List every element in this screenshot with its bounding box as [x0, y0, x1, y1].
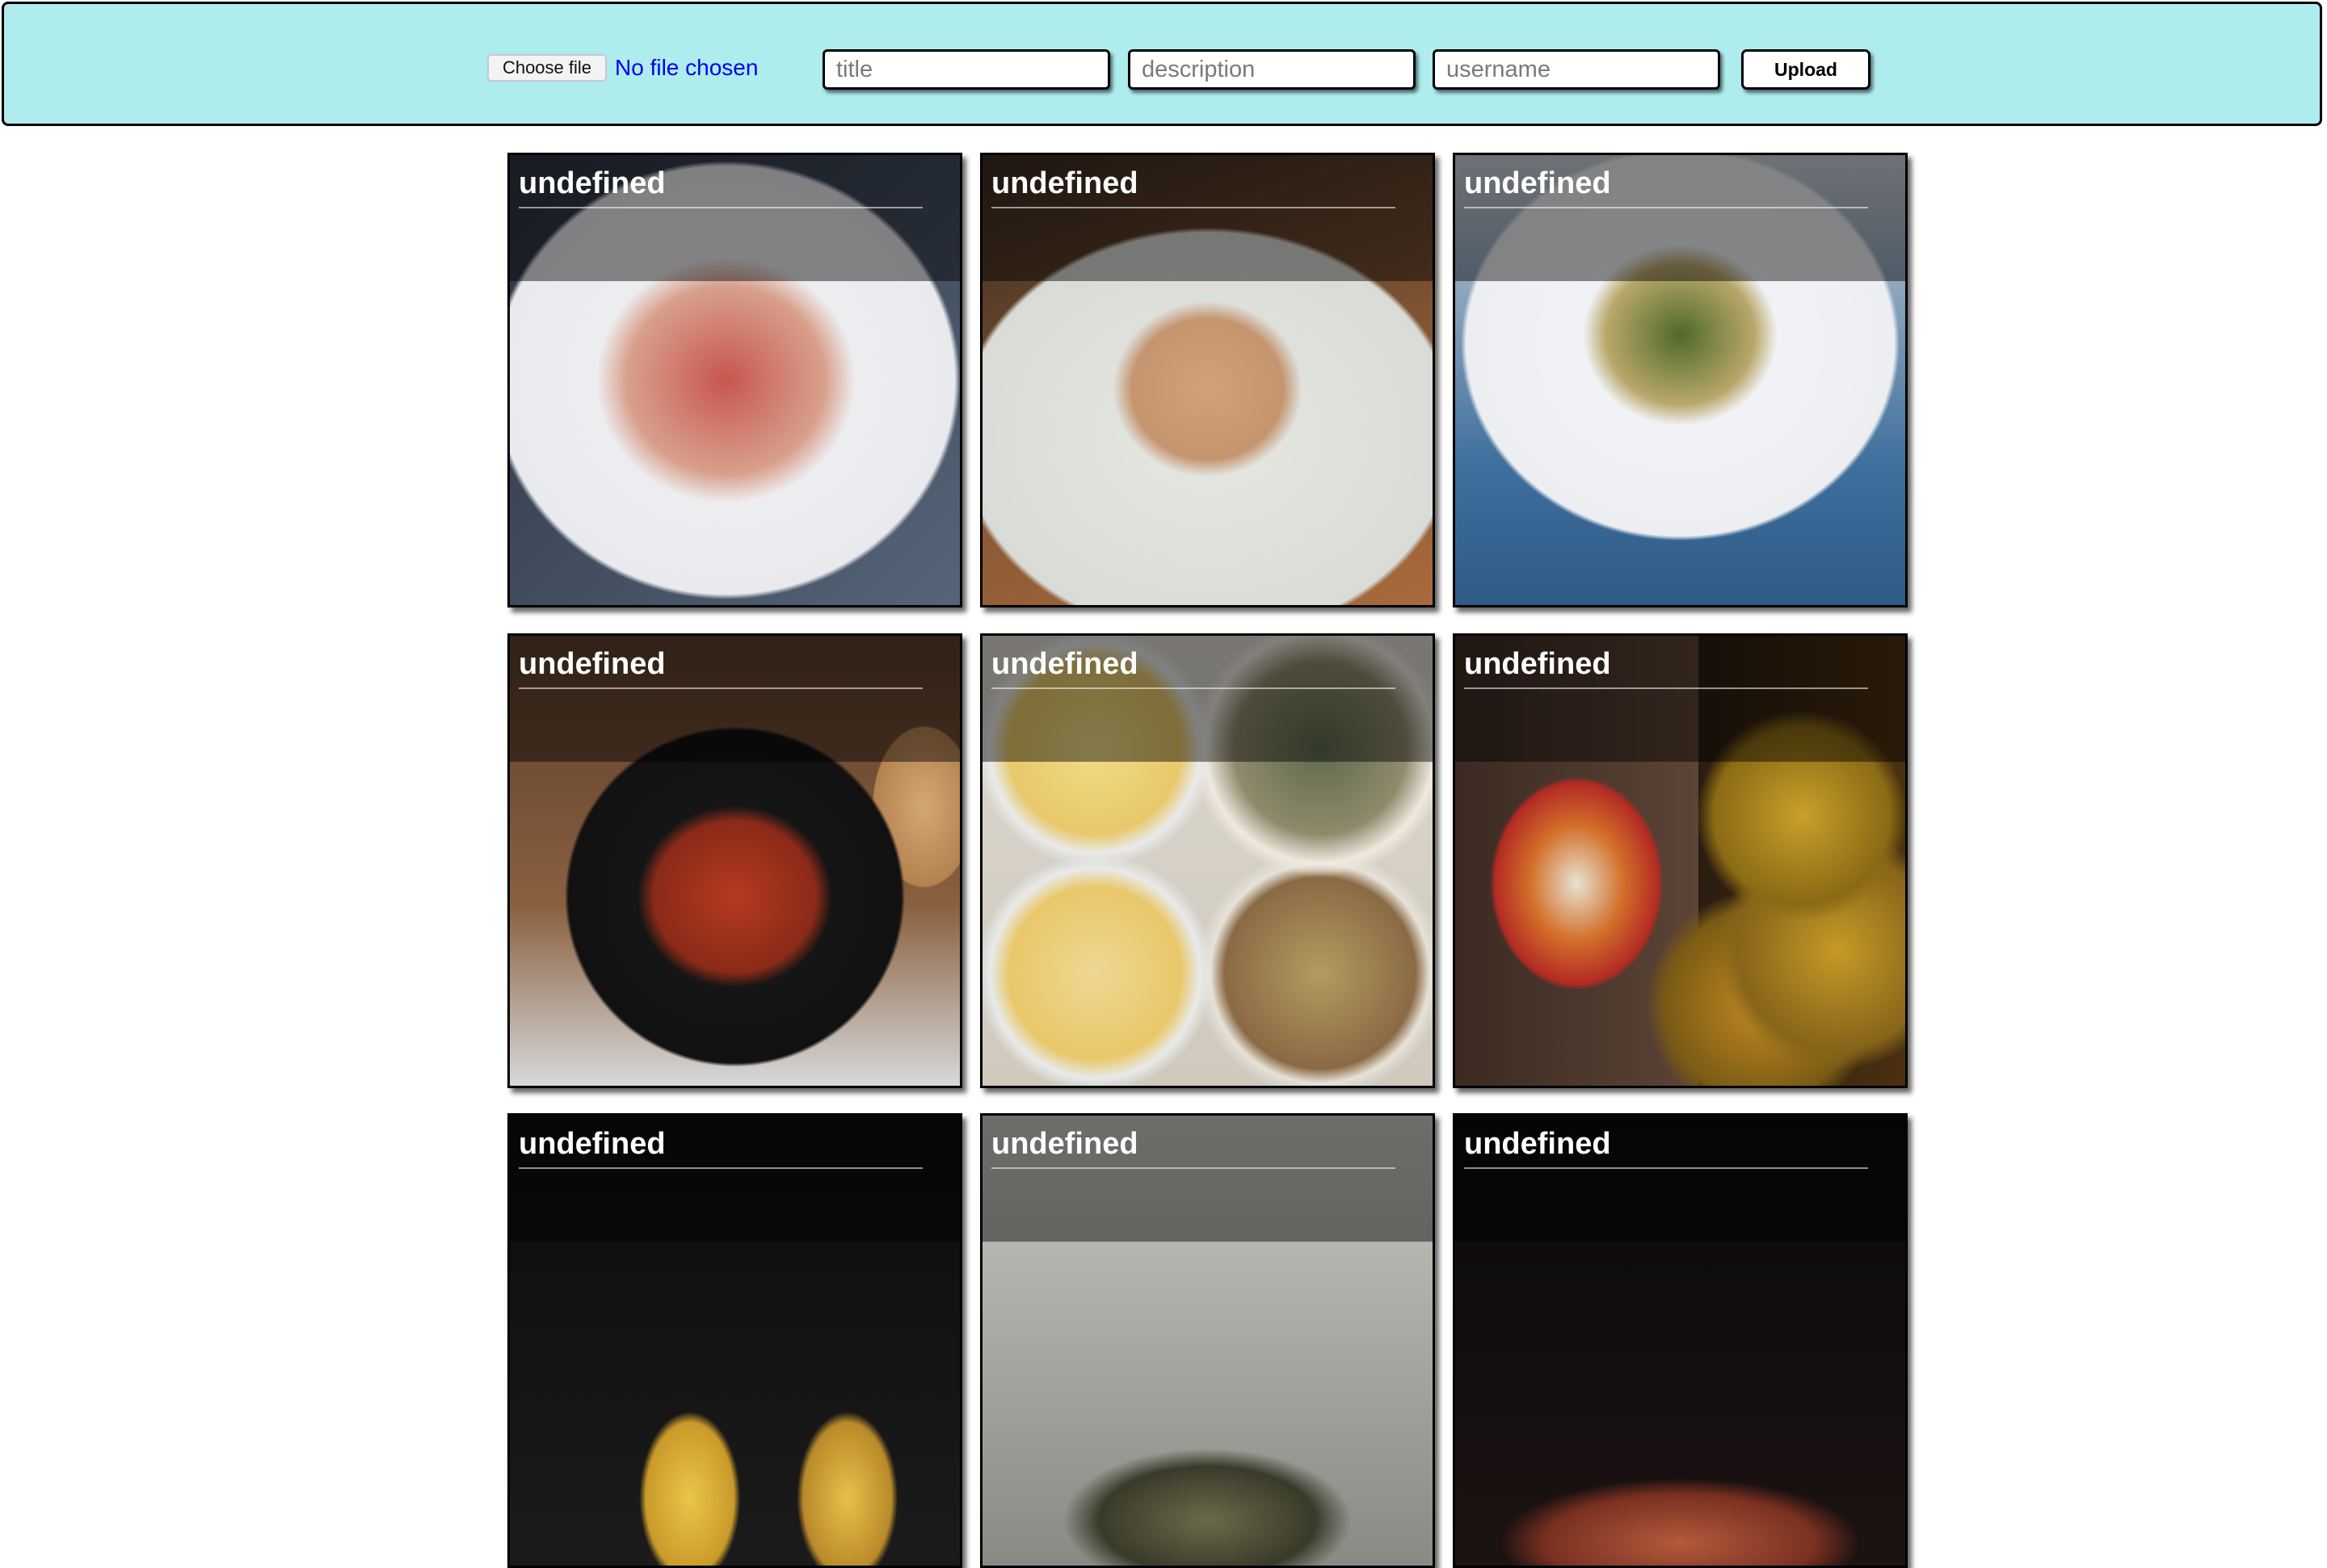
gallery-card[interactable]: undefined	[1453, 633, 1908, 1088]
choose-file-button[interactable]: Choose file	[487, 54, 607, 82]
file-status-text: No file chosen	[615, 55, 759, 80]
card-title: undefined	[991, 166, 1138, 200]
gallery-card[interactable]: undefined	[980, 1113, 1435, 1568]
description-input[interactable]	[1128, 49, 1416, 90]
title-divider	[991, 207, 1395, 208]
card-title: undefined	[991, 1127, 1138, 1161]
gallery-card[interactable]: undefined	[980, 633, 1435, 1088]
card-title: undefined	[1464, 166, 1611, 200]
title-divider	[991, 687, 1395, 689]
card-title: undefined	[1464, 1127, 1611, 1161]
card-title: undefined	[519, 647, 666, 681]
username-input[interactable]	[1433, 49, 1720, 90]
title-divider	[991, 1167, 1395, 1169]
gallery-card[interactable]: undefined	[507, 633, 962, 1088]
title-divider	[519, 207, 923, 208]
upload-button[interactable]: Upload	[1741, 49, 1870, 90]
title-divider	[519, 687, 923, 689]
card-title: undefined	[991, 647, 1138, 681]
title-divider	[519, 1167, 923, 1169]
title-input[interactable]	[823, 49, 1110, 90]
gallery-card[interactable]: undefined	[507, 1113, 962, 1568]
upload-toolbar: Choose file No file chosen Upload	[2, 2, 2322, 126]
title-divider	[1464, 1167, 1868, 1169]
gallery-card[interactable]: undefined	[980, 153, 1435, 607]
title-divider	[1464, 687, 1868, 689]
card-title: undefined	[1464, 647, 1611, 681]
card-title: undefined	[519, 166, 666, 200]
title-divider	[1464, 207, 1868, 208]
card-title: undefined	[519, 1127, 666, 1161]
gallery-card[interactable]: undefined	[1453, 153, 1908, 607]
gallery-card[interactable]: undefined	[1453, 1113, 1908, 1568]
gallery-card[interactable]: undefined	[507, 153, 962, 607]
